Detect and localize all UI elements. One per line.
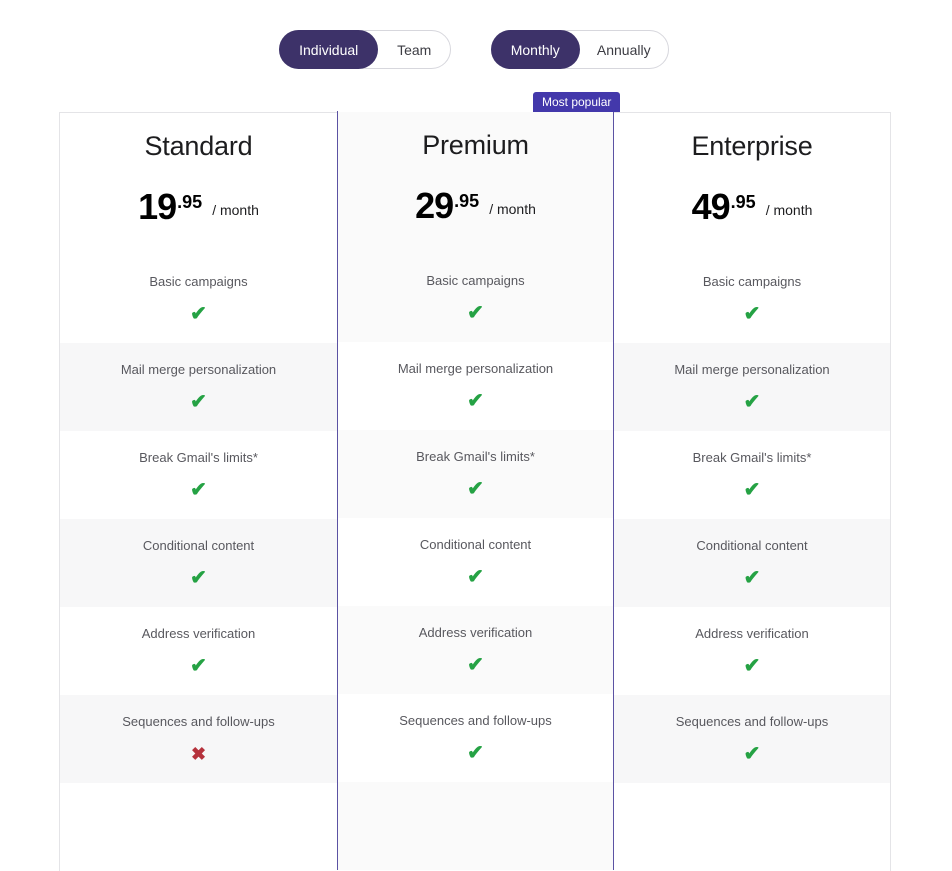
feature-label: Basic campaigns bbox=[149, 274, 248, 289]
feature-row: Conditional content ✔ bbox=[614, 519, 890, 607]
billing-option-annually[interactable]: Annually bbox=[580, 31, 669, 68]
feature-label: Basic campaigns bbox=[702, 274, 802, 289]
check-icon: ✔ bbox=[743, 391, 761, 413]
plan-header-standard: Standard 19 .95 / month bbox=[60, 113, 337, 255]
plan-name: Standard bbox=[144, 131, 253, 161]
check-icon: ✔ bbox=[467, 390, 484, 412]
check-icon: ✔ bbox=[467, 742, 484, 764]
audience-option-individual[interactable]: Individual bbox=[279, 30, 379, 69]
feature-label: Break Gmail's limits* bbox=[139, 450, 258, 465]
check-icon: ✔ bbox=[190, 303, 207, 325]
billing-period-toggle[interactable]: Monthly Annually bbox=[491, 30, 669, 69]
check-icon: ✔ bbox=[190, 479, 207, 501]
billing-option-monthly[interactable]: Monthly bbox=[491, 30, 580, 69]
feature-row: Mail merge personalization ✔ bbox=[60, 343, 337, 431]
feature-row: Sequences and follow-ups ✔ bbox=[614, 695, 890, 783]
feature-row: Conditional content ✔ bbox=[60, 519, 337, 607]
feature-label: Conditional content bbox=[419, 537, 532, 552]
feature-label: Mail merge personalization bbox=[397, 361, 554, 376]
check-icon: ✔ bbox=[190, 391, 207, 413]
cross-icon: ✖ bbox=[190, 744, 207, 764]
price-integer: 29 bbox=[415, 185, 454, 226]
feature-label: Conditional content bbox=[696, 538, 808, 553]
feature-label: Break Gmail's limits* bbox=[692, 450, 812, 465]
feature-row: Break Gmail's limits* ✔ bbox=[60, 431, 337, 519]
feature-row: Break Gmail's limits* ✔ bbox=[614, 431, 890, 519]
feature-row bbox=[614, 783, 890, 871]
check-icon: ✔ bbox=[467, 566, 484, 588]
feature-row: Address verification ✔ bbox=[60, 607, 337, 695]
check-icon: ✔ bbox=[190, 655, 207, 677]
check-icon: ✔ bbox=[467, 302, 484, 324]
feature-label: Sequences and follow-ups bbox=[675, 714, 829, 729]
feature-row: Basic campaigns ✔ bbox=[60, 255, 337, 343]
pricing-column-enterprise: Enterprise 49 .95 / month Basic campaign… bbox=[614, 112, 891, 871]
audience-option-team[interactable]: Team bbox=[378, 31, 450, 68]
audience-toggle[interactable]: Individual Team bbox=[279, 30, 451, 69]
feature-row: Mail merge personalization ✔ bbox=[338, 342, 613, 430]
feature-row: Basic campaigns ✔ bbox=[338, 254, 613, 342]
check-icon: ✔ bbox=[467, 654, 484, 676]
feature-row: Break Gmail's limits* ✔ bbox=[338, 430, 613, 518]
price-period: / month bbox=[765, 202, 813, 218]
plan-price: 19 .95 / month bbox=[138, 186, 259, 228]
feature-label: Mail merge personalization bbox=[674, 362, 830, 377]
check-icon: ✔ bbox=[743, 743, 761, 765]
feature-label: Break Gmail's limits* bbox=[416, 449, 535, 464]
feature-row: Conditional content ✔ bbox=[338, 518, 613, 606]
check-icon: ✔ bbox=[743, 303, 761, 325]
feature-label: Sequences and follow-ups bbox=[122, 714, 275, 729]
check-icon: ✔ bbox=[743, 567, 761, 589]
plan-toggle-bar: Individual Team Monthly Annually bbox=[0, 15, 952, 69]
feature-label: Address verification bbox=[418, 625, 533, 640]
feature-label: Address verification bbox=[695, 626, 809, 641]
feature-row: Sequences and follow-ups ✔ bbox=[338, 694, 613, 782]
price-integer: 49 bbox=[691, 186, 731, 227]
plan-name: Enterprise bbox=[691, 131, 813, 161]
plan-name: Premium bbox=[422, 130, 529, 160]
check-icon: ✔ bbox=[190, 567, 207, 589]
plan-header-premium: Premium 29 .95 / month bbox=[338, 112, 613, 254]
pricing-column-premium: Premium 29 .95 / month Basic campaigns ✔… bbox=[337, 111, 614, 870]
price-integer: 19 bbox=[138, 186, 177, 227]
price-cents: .95 bbox=[454, 191, 480, 211]
price-period: / month bbox=[212, 202, 259, 218]
price-period: / month bbox=[489, 201, 536, 217]
feature-row: Basic campaigns ✔ bbox=[614, 255, 890, 343]
feature-row: Address verification ✔ bbox=[614, 607, 890, 695]
feature-row bbox=[60, 783, 337, 871]
plan-header-enterprise: Enterprise 49 .95 / month bbox=[614, 113, 890, 255]
plan-price: 49 .95 / month bbox=[692, 186, 813, 228]
most-popular-badge: Most popular bbox=[533, 92, 621, 112]
price-cents: .95 bbox=[730, 192, 756, 212]
feature-label: Sequences and follow-ups bbox=[399, 713, 552, 728]
feature-row: Address verification ✔ bbox=[338, 606, 613, 694]
plan-price: 29 .95 / month bbox=[415, 185, 536, 227]
feature-label: Mail merge personalization bbox=[120, 362, 277, 377]
check-icon: ✔ bbox=[467, 478, 484, 500]
price-cents: .95 bbox=[177, 192, 203, 212]
pricing-column-standard: Standard 19 .95 / month Basic campaigns … bbox=[59, 112, 337, 871]
check-icon: ✔ bbox=[743, 655, 761, 677]
feature-row bbox=[338, 782, 613, 870]
feature-label: Conditional content bbox=[142, 538, 255, 553]
feature-label: Basic campaigns bbox=[426, 273, 525, 288]
pricing-table: Standard 19 .95 / month Basic campaigns … bbox=[59, 111, 891, 871]
check-icon: ✔ bbox=[743, 479, 761, 501]
feature-row: Sequences and follow-ups ✖ bbox=[60, 695, 337, 783]
feature-row: Mail merge personalization ✔ bbox=[614, 343, 890, 431]
feature-label: Address verification bbox=[141, 626, 256, 641]
